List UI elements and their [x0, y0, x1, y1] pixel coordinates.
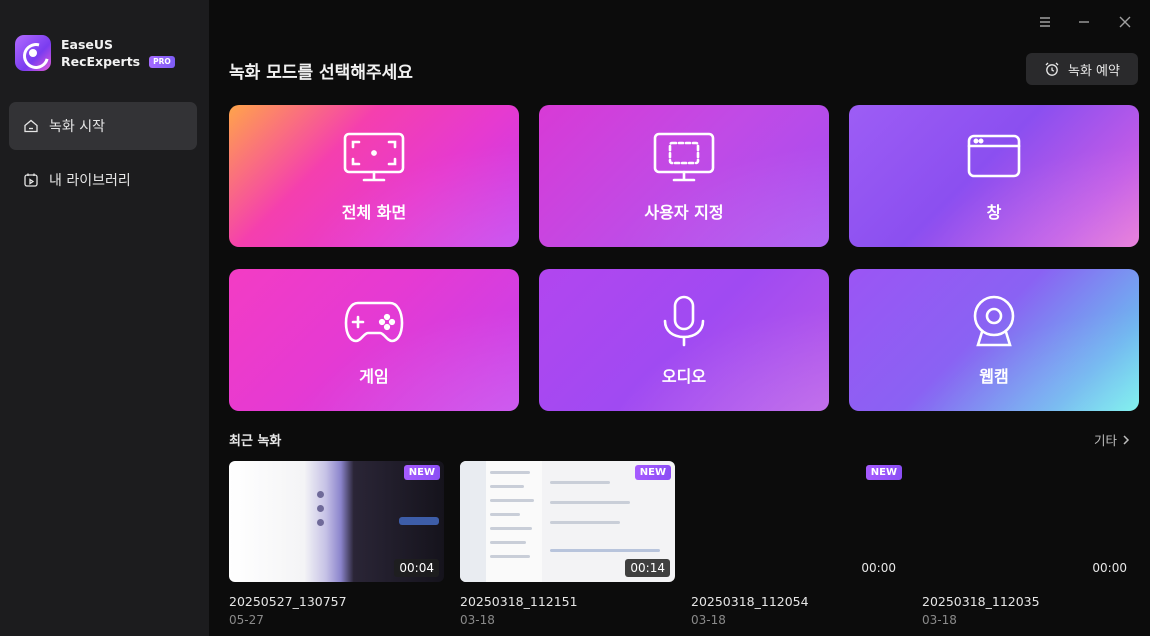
new-badge: NEW [865, 465, 902, 480]
mode-card-webcam[interactable]: 웹캠 [849, 269, 1139, 411]
brand-name: EaseUS [61, 37, 114, 52]
new-badge: NEW [403, 465, 440, 480]
recording-duration: 00:00 [861, 561, 896, 575]
mode-label: 전체 화면 [341, 203, 407, 222]
alarm-clock-icon [1045, 62, 1059, 76]
gamepad-icon [344, 301, 404, 343]
minimize-icon [1079, 21, 1089, 23]
recording-name: 20250318_112035 [922, 594, 1040, 609]
mode-label: 웹캠 [979, 367, 1009, 386]
recording-item[interactable]: NEW 00:04 20250527_130757 05-27 [229, 461, 444, 627]
recording-name: 20250318_112054 [691, 594, 809, 609]
recording-name: 20250318_112151 [460, 594, 578, 609]
app-logo-icon [15, 35, 51, 71]
new-badge: NEW [634, 465, 671, 480]
home-icon [24, 119, 38, 133]
fullscreen-monitor-icon [343, 132, 405, 182]
page-title: 녹화 모드를 선택해주세요 [229, 63, 413, 83]
recent-recordings-title: 최근 녹화 [229, 434, 282, 449]
custom-region-monitor-icon [653, 132, 715, 182]
mode-card-window[interactable]: 창 [849, 105, 1139, 247]
mode-label: 사용자 지정 [644, 203, 724, 222]
close-button[interactable] [1113, 10, 1137, 34]
recording-item[interactable]: 00:00 20250318_112035 03-18 [922, 461, 1137, 627]
mode-label: 오디오 [661, 367, 707, 386]
library-icon [24, 173, 38, 187]
schedule-recording-button[interactable]: 녹화 예약 [1026, 53, 1138, 85]
recording-date: 03-18 [460, 613, 495, 627]
sidebar: EaseUS RecExperts PRO 녹화 시작 내 라이브러리 [0, 0, 209, 636]
mode-label: 게임 [359, 367, 389, 386]
more-label: 기타 [1094, 433, 1118, 448]
close-icon [1119, 16, 1131, 28]
more-recordings-link[interactable]: 기타 [1094, 430, 1131, 449]
recording-duration: 00:14 [625, 559, 670, 577]
chevron-right-icon [1123, 434, 1130, 445]
menu-icon [1040, 17, 1050, 27]
window-icon [967, 134, 1021, 178]
recording-thumbnail[interactable]: NEW 00:00 [691, 461, 906, 582]
mode-label: 창 [986, 203, 1002, 222]
schedule-label: 녹화 예약 [1068, 63, 1120, 79]
recording-item[interactable]: NEW 00:00 20250318_112054 03-18 [691, 461, 906, 627]
brand: EaseUS RecExperts PRO [15, 35, 175, 71]
recording-thumbnail[interactable]: NEW 00:04 [229, 461, 444, 582]
sidebar-item-library[interactable]: 내 라이브러리 [9, 156, 197, 204]
sidebar-item-label: 내 라이브러리 [49, 173, 131, 189]
recording-date: 03-18 [691, 613, 726, 627]
recording-thumbnail[interactable]: NEW 00:14 [460, 461, 675, 582]
mode-card-fullscreen[interactable]: 전체 화면 [229, 105, 519, 247]
sidebar-item-start-recording[interactable]: 녹화 시작 [9, 102, 197, 150]
sidebar-item-label: 녹화 시작 [49, 119, 105, 135]
mode-card-audio[interactable]: 오디오 [539, 269, 829, 411]
recording-item[interactable]: NEW 00:14 20250318_112151 03-18 [460, 461, 675, 627]
pro-badge: PRO [149, 55, 175, 68]
recording-thumbnail[interactable]: 00:00 [922, 461, 1137, 582]
recording-duration: 00:04 [394, 559, 439, 577]
brand-product: RecExperts [61, 54, 141, 69]
minimize-button[interactable] [1072, 10, 1096, 34]
menu-button[interactable] [1033, 10, 1057, 34]
mode-card-game[interactable]: 게임 [229, 269, 519, 411]
recording-name: 20250527_130757 [229, 594, 347, 609]
recording-date: 03-18 [922, 613, 957, 627]
recording-date: 05-27 [229, 613, 264, 627]
mode-card-custom[interactable]: 사용자 지정 [539, 105, 829, 247]
webcam-icon [973, 295, 1015, 347]
microphone-icon [663, 295, 705, 347]
recording-duration: 00:00 [1092, 561, 1127, 575]
